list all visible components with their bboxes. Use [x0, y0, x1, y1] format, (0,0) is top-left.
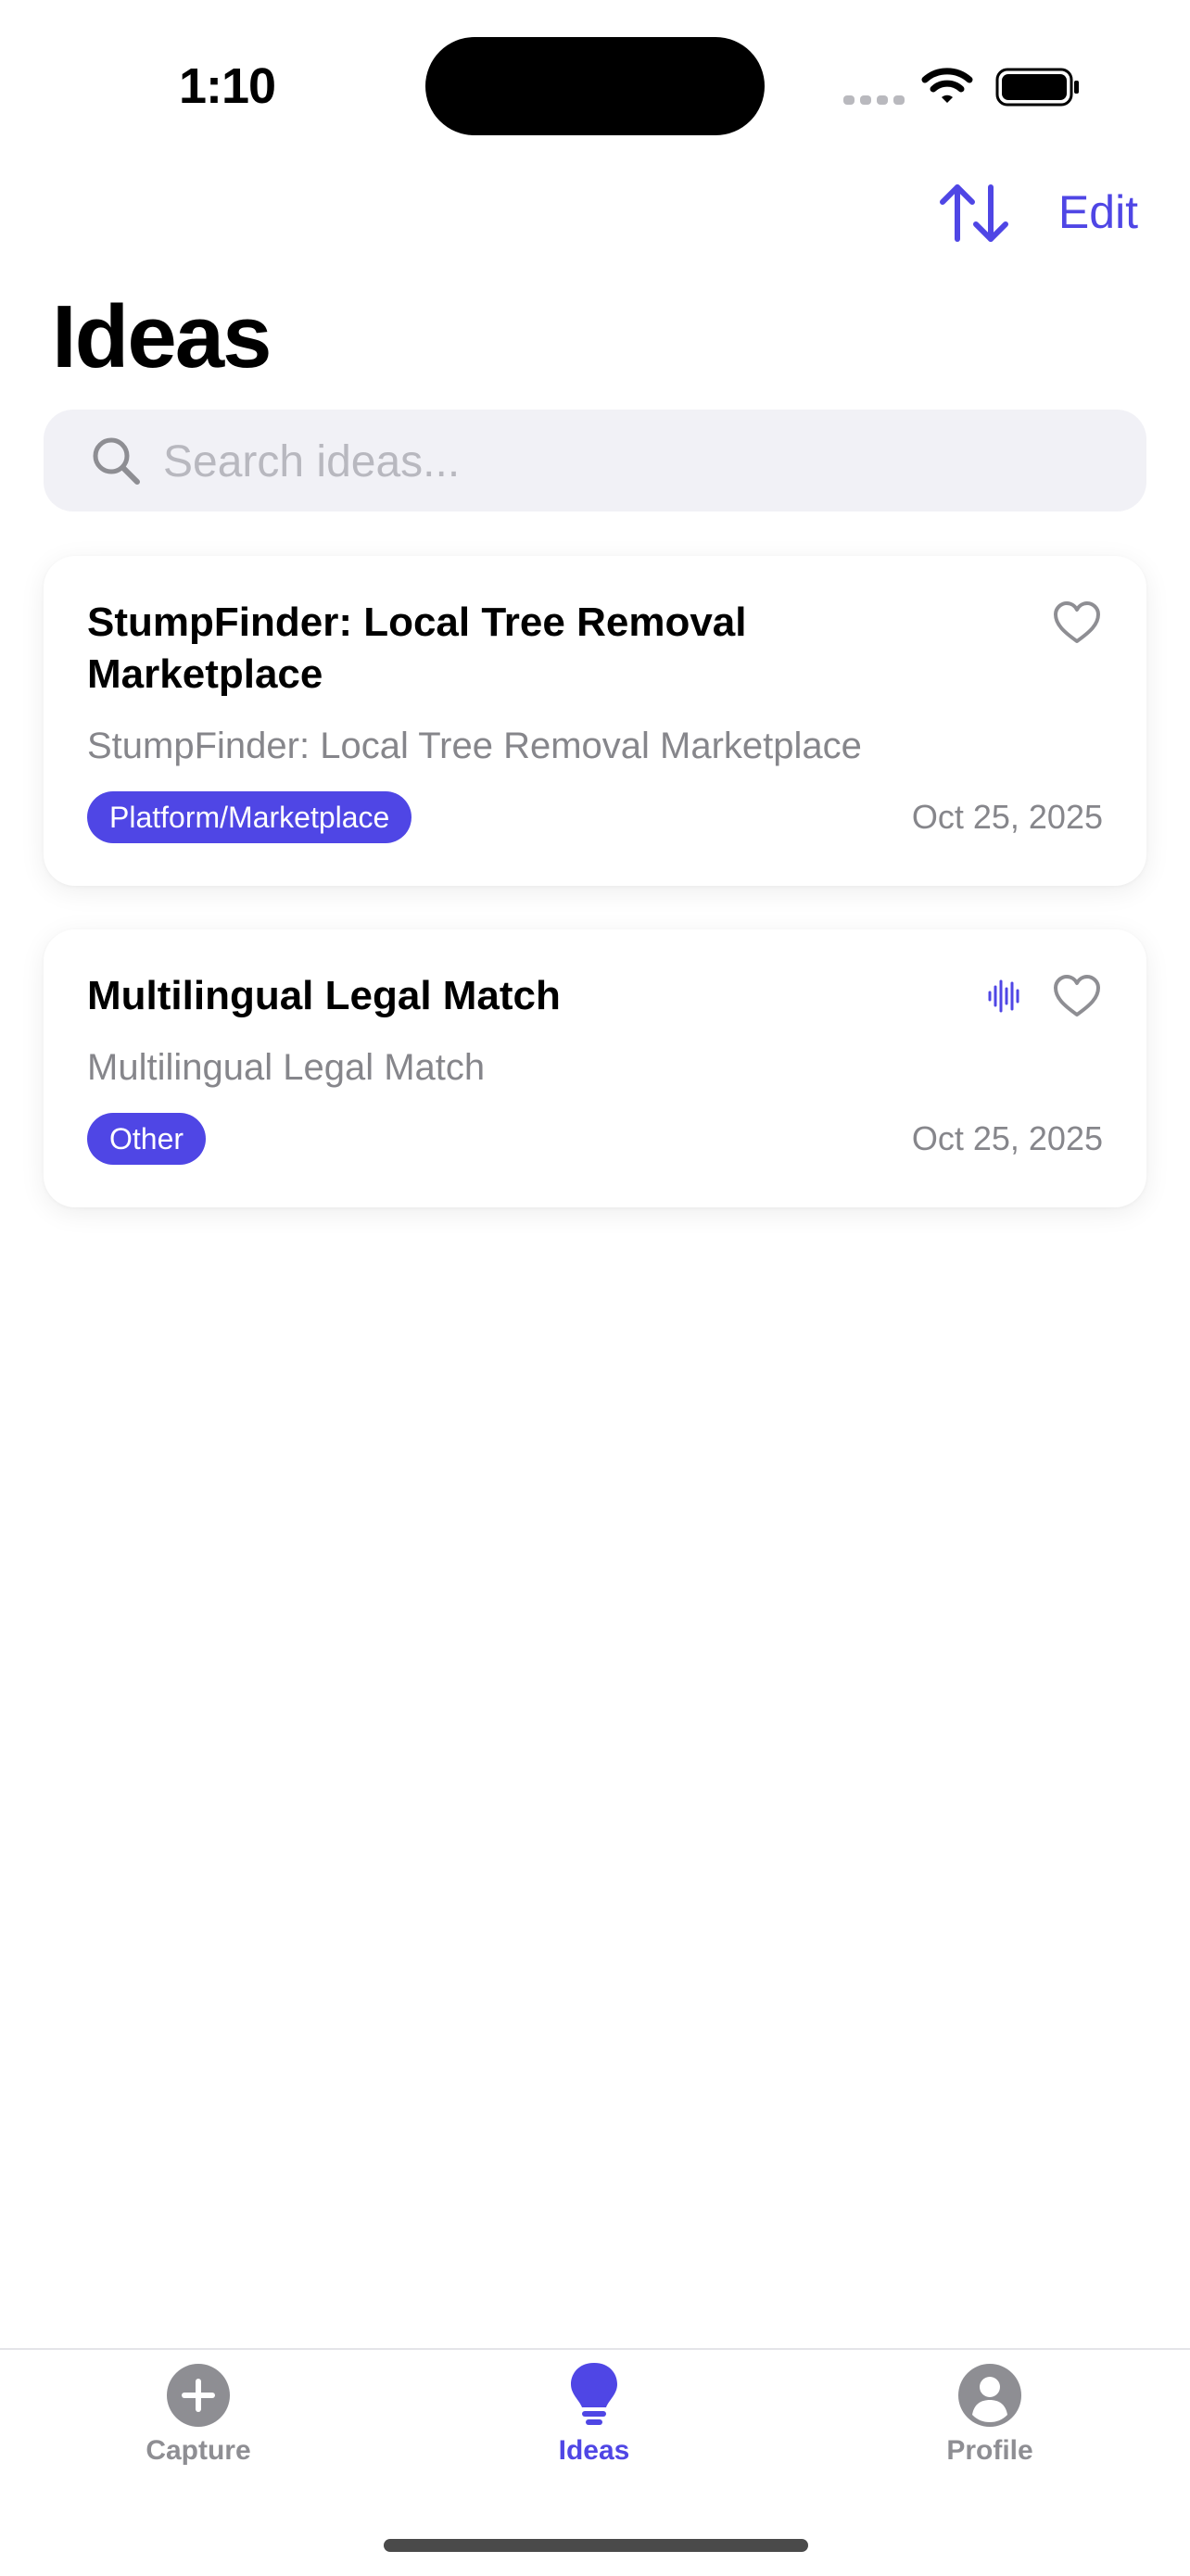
idea-card[interactable]: StumpFinder: Local Tree Removal Marketpl… [44, 556, 1146, 886]
category-tag: Other [87, 1113, 207, 1165]
idea-subtitle: Multilingual Legal Match [87, 1047, 486, 1088]
tab-ideas[interactable]: Ideas [501, 2361, 687, 2481]
idea-title: Multilingual Legal Match [87, 973, 561, 1018]
waveform-icon [988, 979, 1019, 1013]
person-circle-icon [958, 2364, 1021, 2427]
lightbulb-icon [571, 2363, 617, 2425]
tab-label: Ideas [558, 2435, 630, 2466]
status-time: 1:10 [178, 58, 276, 114]
wifi-icon [921, 68, 973, 103]
home-indicator [384, 2539, 808, 2552]
search-input[interactable] [163, 424, 1108, 499]
tab-label: Capture [146, 2435, 251, 2466]
heart-icon[interactable] [1053, 600, 1101, 645]
idea-date: Oct 25, 2025 [911, 1119, 1103, 1157]
idea-card[interactable]: Multilingual Legal Match Multilingual Le… [44, 929, 1146, 1207]
battery-icon [995, 68, 1079, 107]
edit-button[interactable]: Edit [1047, 182, 1149, 243]
sort-arrows-icon[interactable] [938, 182, 1010, 245]
plus-circle-icon [167, 2364, 230, 2427]
cellular-signal-icon [843, 95, 905, 105]
page-title: Ideas [52, 287, 272, 386]
tab-profile[interactable]: Profile [897, 2361, 1082, 2481]
idea-subtitle: StumpFinder: Local Tree Removal Marketpl… [87, 726, 862, 766]
search-icon [93, 437, 140, 485]
heart-icon[interactable] [1053, 974, 1101, 1018]
idea-title: StumpFinder: Local Tree Removal Marketpl… [87, 600, 747, 697]
dynamic-island [425, 37, 765, 135]
tab-capture[interactable]: Capture [106, 2361, 291, 2481]
tab-label: Profile [946, 2435, 1033, 2466]
idea-date: Oct 25, 2025 [911, 798, 1103, 836]
category-tag: Platform/Marketplace [87, 791, 412, 843]
